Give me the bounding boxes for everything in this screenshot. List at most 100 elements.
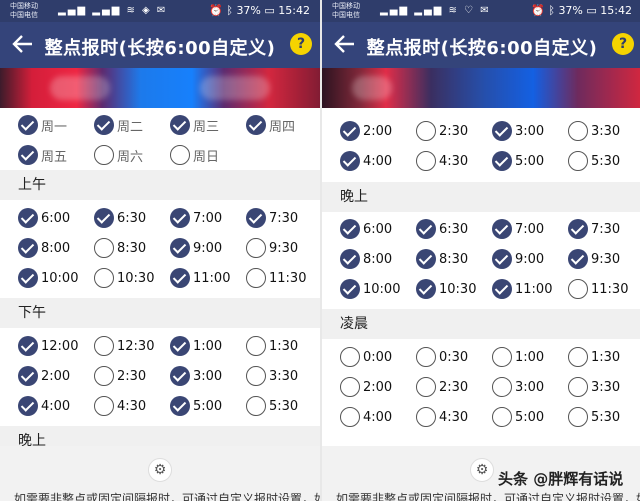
checked-circle-icon[interactable] <box>492 121 512 141</box>
settings-gear-icon[interactable]: ⚙ <box>470 458 494 482</box>
time-checkbox[interactable]: 12:00 <box>18 336 78 356</box>
time-checkbox[interactable]: 8:00 <box>18 238 70 258</box>
checked-circle-icon[interactable] <box>170 396 190 416</box>
time-checkbox[interactable]: 7:30 <box>246 208 298 228</box>
checked-circle-icon[interactable] <box>18 336 38 356</box>
unchecked-circle-icon[interactable] <box>416 347 436 367</box>
time-checkbox[interactable]: 6:30 <box>94 208 146 228</box>
weekday-checkbox[interactable]: 周六 <box>94 145 143 165</box>
checked-circle-icon[interactable] <box>246 208 266 228</box>
time-checkbox[interactable]: 1:30 <box>246 336 298 356</box>
unchecked-circle-icon[interactable] <box>416 121 436 141</box>
unchecked-circle-icon[interactable] <box>416 377 436 397</box>
unchecked-circle-icon[interactable] <box>416 407 436 427</box>
time-checkbox[interactable]: 1:00 <box>492 347 544 367</box>
checked-circle-icon[interactable] <box>340 121 360 141</box>
time-checkbox[interactable]: 7:00 <box>492 219 544 239</box>
time-checkbox[interactable]: 7:00 <box>170 208 222 228</box>
checked-circle-icon[interactable] <box>492 249 512 269</box>
checked-circle-icon[interactable] <box>18 115 38 135</box>
time-checkbox[interactable]: 5:00 <box>170 396 222 416</box>
time-checkbox[interactable]: 8:30 <box>94 238 146 258</box>
time-checkbox[interactable]: 4:30 <box>94 396 146 416</box>
time-checkbox[interactable]: 2:00 <box>340 377 392 397</box>
help-icon[interactable]: ? <box>290 33 312 55</box>
unchecked-circle-icon[interactable] <box>94 238 114 258</box>
checked-circle-icon[interactable] <box>492 279 512 299</box>
unchecked-circle-icon[interactable] <box>94 396 114 416</box>
time-checkbox[interactable]: 2:30 <box>416 377 468 397</box>
time-checkbox[interactable]: 6:00 <box>18 208 70 228</box>
unchecked-circle-icon[interactable] <box>568 121 588 141</box>
checked-circle-icon[interactable] <box>340 249 360 269</box>
unchecked-circle-icon[interactable] <box>492 377 512 397</box>
unchecked-circle-icon[interactable] <box>340 407 360 427</box>
weekday-checkbox[interactable]: 周四 <box>246 115 295 135</box>
time-checkbox[interactable]: 10:00 <box>340 279 400 299</box>
time-checkbox[interactable]: 6:30 <box>416 219 468 239</box>
checked-circle-icon[interactable] <box>416 279 436 299</box>
unchecked-circle-icon[interactable] <box>568 377 588 397</box>
unchecked-circle-icon[interactable] <box>94 366 114 386</box>
help-icon[interactable]: ? <box>612 33 634 55</box>
time-checkbox[interactable]: 3:30 <box>568 377 620 397</box>
unchecked-circle-icon[interactable] <box>492 347 512 367</box>
checked-circle-icon[interactable] <box>18 366 38 386</box>
time-checkbox[interactable]: 2:00 <box>340 121 392 141</box>
unchecked-circle-icon[interactable] <box>246 268 266 288</box>
weekday-checkbox[interactable]: 周五 <box>18 145 67 165</box>
checked-circle-icon[interactable] <box>18 238 38 258</box>
time-checkbox[interactable]: 10:30 <box>416 279 476 299</box>
time-checkbox[interactable]: 4:00 <box>340 407 392 427</box>
checked-circle-icon[interactable] <box>18 268 38 288</box>
checked-circle-icon[interactable] <box>94 208 114 228</box>
unchecked-circle-icon[interactable] <box>246 396 266 416</box>
checked-circle-icon[interactable] <box>170 336 190 356</box>
time-checkbox[interactable]: 4:30 <box>416 151 468 171</box>
weekday-checkbox[interactable]: 周日 <box>170 145 219 165</box>
time-checkbox[interactable]: 8:00 <box>340 249 392 269</box>
checked-circle-icon[interactable] <box>18 145 38 165</box>
weekday-checkbox[interactable]: 周三 <box>170 115 219 135</box>
time-checkbox[interactable]: 9:00 <box>170 238 222 258</box>
time-checkbox[interactable]: 9:00 <box>492 249 544 269</box>
time-checkbox[interactable]: 2:00 <box>18 366 70 386</box>
time-checkbox[interactable]: 0:00 <box>340 347 392 367</box>
time-checkbox[interactable]: 10:30 <box>94 268 154 288</box>
time-checkbox[interactable]: 3:00 <box>492 121 544 141</box>
unchecked-circle-icon[interactable] <box>568 407 588 427</box>
checked-circle-icon[interactable] <box>340 151 360 171</box>
checked-circle-icon[interactable] <box>170 268 190 288</box>
weekday-checkbox[interactable]: 周一 <box>18 115 67 135</box>
unchecked-circle-icon[interactable] <box>94 268 114 288</box>
time-checkbox[interactable]: 6:00 <box>340 219 392 239</box>
settings-gear-icon[interactable]: ⚙ <box>148 458 172 482</box>
unchecked-circle-icon[interactable] <box>246 366 266 386</box>
unchecked-circle-icon[interactable] <box>492 407 512 427</box>
checked-circle-icon[interactable] <box>492 219 512 239</box>
time-checkbox[interactable]: 3:00 <box>492 377 544 397</box>
checked-circle-icon[interactable] <box>246 115 266 135</box>
weekday-checkbox[interactable]: 周二 <box>94 115 143 135</box>
time-checkbox[interactable]: 4:00 <box>340 151 392 171</box>
unchecked-circle-icon[interactable] <box>170 145 190 165</box>
checked-circle-icon[interactable] <box>170 115 190 135</box>
unchecked-circle-icon[interactable] <box>416 151 436 171</box>
time-checkbox[interactable]: 9:30 <box>568 249 620 269</box>
checked-circle-icon[interactable] <box>568 219 588 239</box>
checked-circle-icon[interactable] <box>340 219 360 239</box>
time-checkbox[interactable]: 1:00 <box>170 336 222 356</box>
time-checkbox[interactable]: 3:30 <box>568 121 620 141</box>
time-checkbox[interactable]: 11:00 <box>492 279 552 299</box>
unchecked-circle-icon[interactable] <box>340 377 360 397</box>
time-checkbox[interactable]: 2:30 <box>94 366 146 386</box>
time-checkbox[interactable]: 3:00 <box>170 366 222 386</box>
checked-circle-icon[interactable] <box>416 219 436 239</box>
time-checkbox[interactable]: 5:30 <box>568 151 620 171</box>
time-checkbox[interactable]: 12:30 <box>94 336 154 356</box>
unchecked-circle-icon[interactable] <box>246 336 266 356</box>
checked-circle-icon[interactable] <box>18 208 38 228</box>
time-checkbox[interactable]: 1:30 <box>568 347 620 367</box>
time-checkbox[interactable]: 5:30 <box>246 396 298 416</box>
time-checkbox[interactable]: 7:30 <box>568 219 620 239</box>
